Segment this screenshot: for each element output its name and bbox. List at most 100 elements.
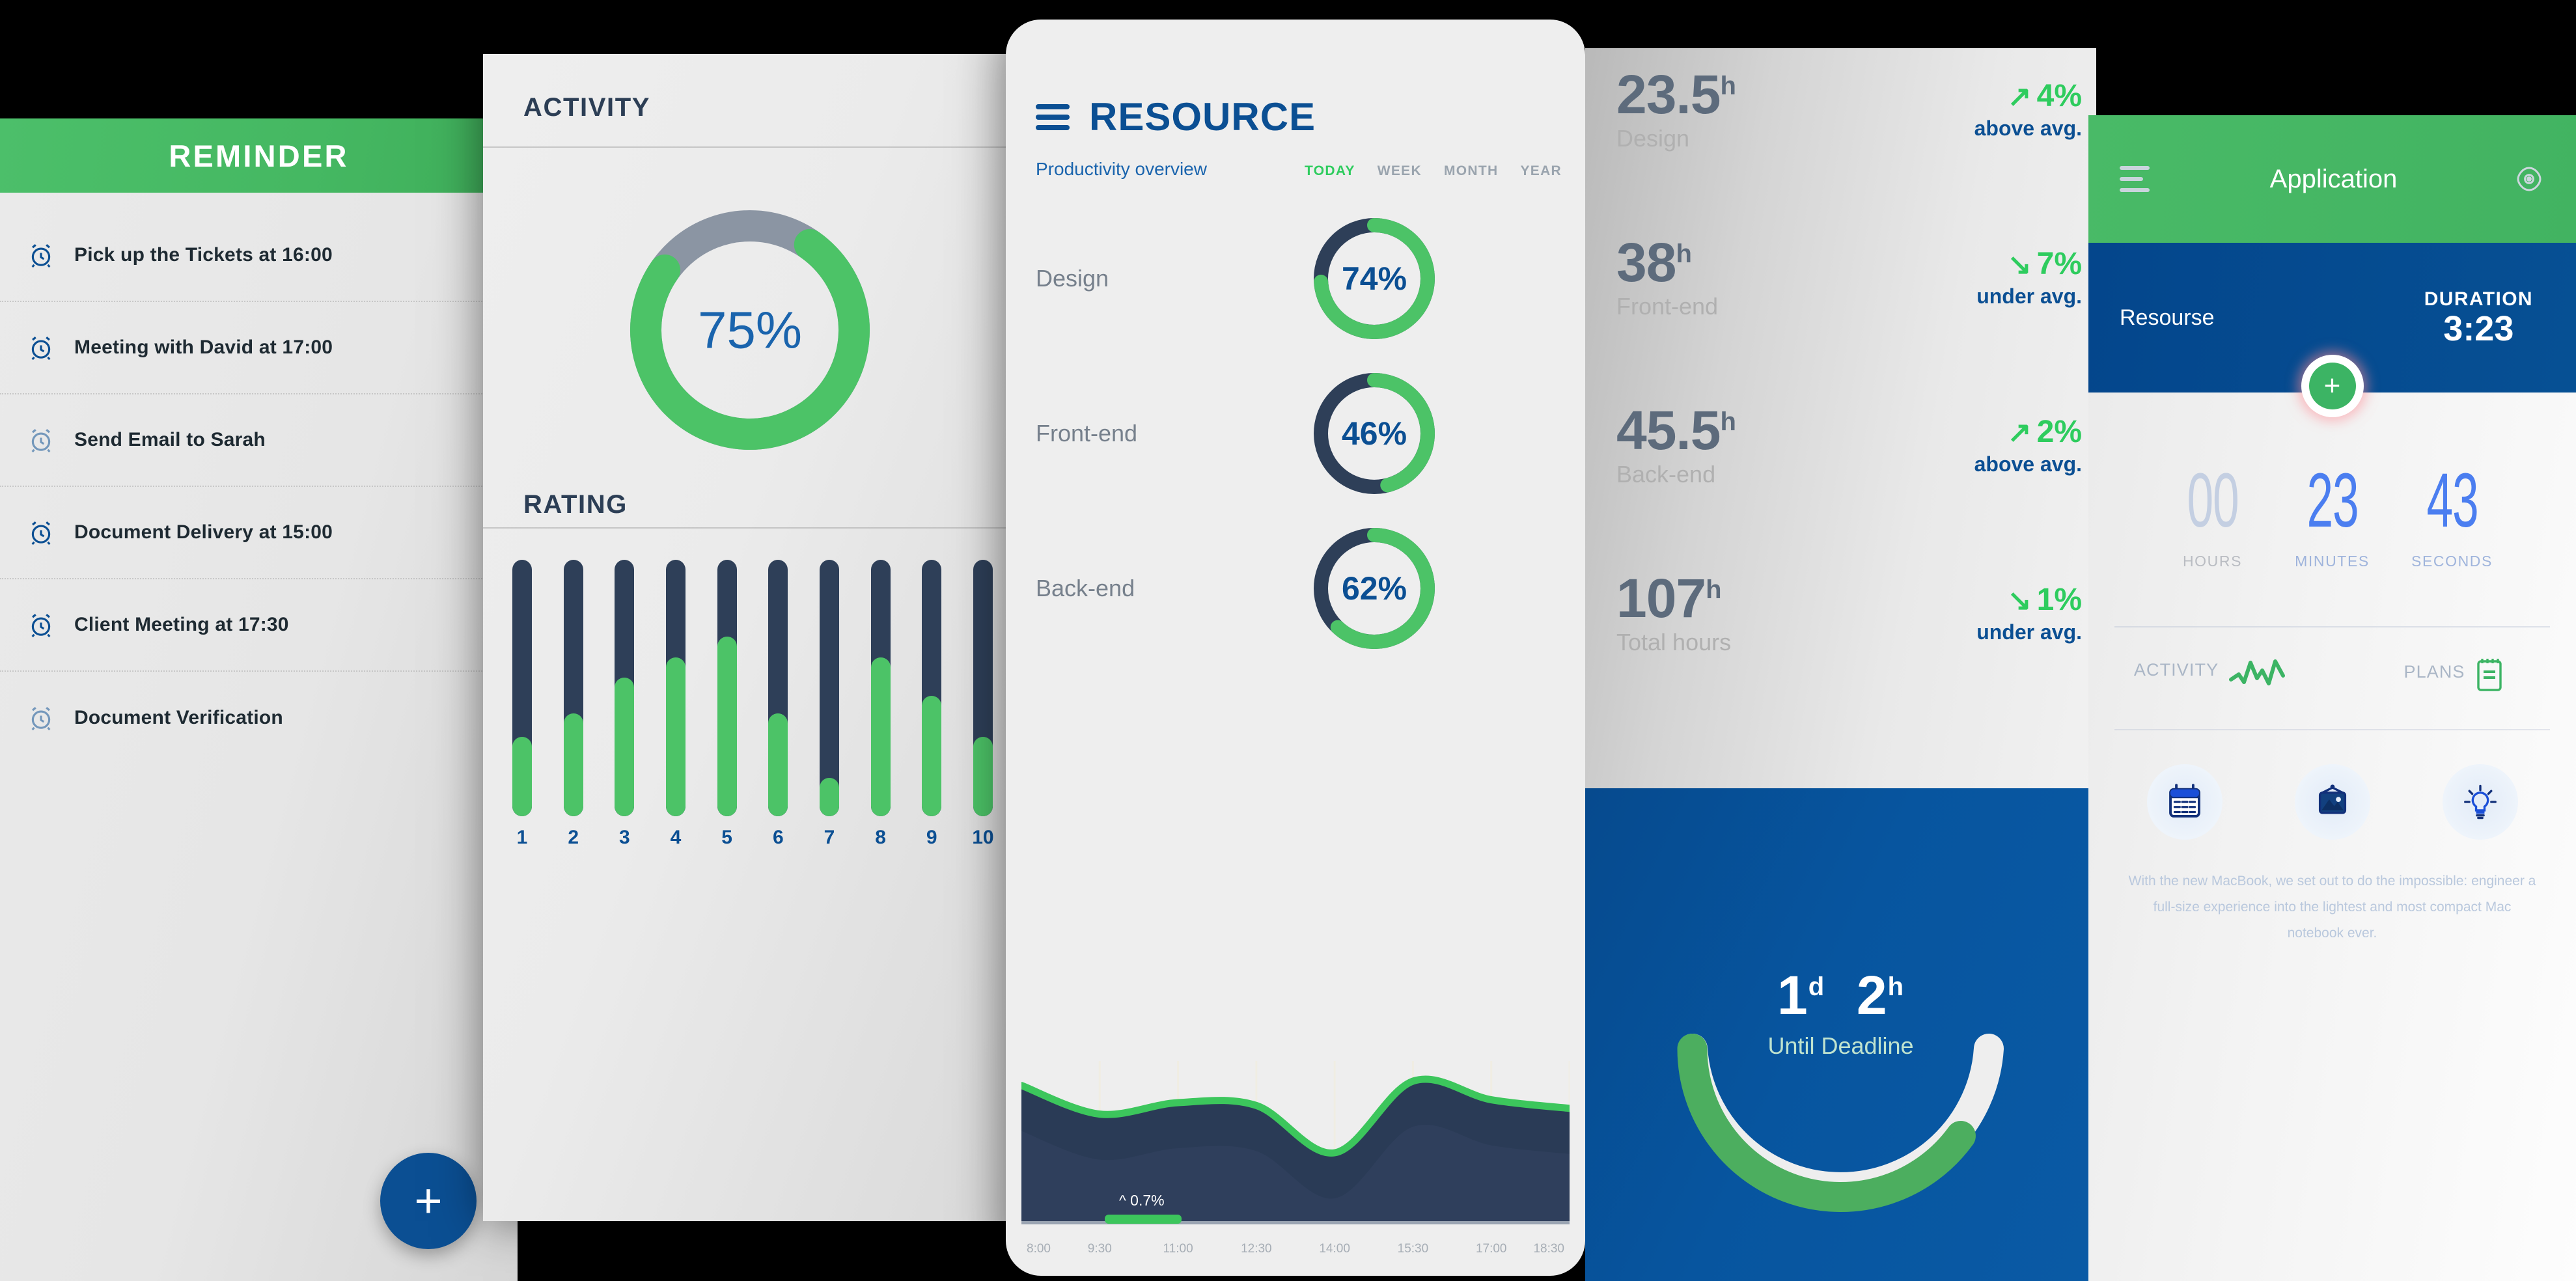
x-tick-label: 8:00 xyxy=(1027,1242,1051,1256)
deadline-days: 1 xyxy=(1777,965,1808,1026)
alarm-clock-icon xyxy=(31,521,51,545)
list-item-label: Pick up the Tickets at 16:00 xyxy=(74,244,333,266)
rating-bar-track xyxy=(819,560,839,816)
x-tick-label: 9:30 xyxy=(1088,1242,1112,1256)
timer-unit: SECONDS xyxy=(2411,553,2493,570)
application-footer: With the new MacBook, we set out to do t… xyxy=(2088,840,2576,946)
ring-value: 62% xyxy=(1341,570,1407,607)
activity-donut-svg: 75% xyxy=(630,210,870,450)
stat-value: 45.5h xyxy=(1616,403,1877,458)
x-tick-label: 17:00 xyxy=(1476,1242,1507,1256)
rating-bar: 10 xyxy=(969,560,997,849)
productivity-timeline-chart: ^ 0.7% 8:00 9:30 11:00 12:30 14:00 15:30 17:00… xyxy=(1021,1061,1570,1256)
rating-bar-fill xyxy=(665,657,686,816)
hamburger-icon[interactable] xyxy=(2120,166,2154,192)
rating-bar-label: 7 xyxy=(824,827,835,848)
list-item-label: Meeting with David at 17:00 xyxy=(74,337,333,358)
deadline-value: 1d 2h xyxy=(1585,964,2096,1027)
rating-title: RATING xyxy=(523,490,628,519)
rating-bar-label: 8 xyxy=(875,827,886,848)
stat-delta: ↗ 4% xyxy=(1877,78,2082,114)
alarm-clock-icon xyxy=(31,244,51,268)
deadline-text: 1d 2h Until Deadline xyxy=(1585,964,2096,1060)
lightbulb-button[interactable] xyxy=(2442,764,2518,840)
rating-bar: 4 xyxy=(661,560,690,849)
rating-bar-label: 2 xyxy=(568,827,579,848)
ring-row-backend: Back-end 62% xyxy=(1006,523,1585,654)
list-item[interactable]: Send Email to Sarah xyxy=(0,394,498,487)
rating-bar: 1 xyxy=(508,560,536,849)
rating-bar-track xyxy=(512,560,532,816)
arrow-down-icon: ↘ xyxy=(2007,249,2032,281)
stat-number: 38 xyxy=(1616,232,1676,293)
stat-row-design: 23.5h Design ↗ 4% above avg. xyxy=(1616,67,2096,237)
calendar-icon xyxy=(2168,784,2200,818)
tab-month[interactable]: MONTH xyxy=(1444,163,1499,179)
stats-panel: 23.5h Design ↗ 4% above avg. 38h Front-en… xyxy=(1585,48,2096,788)
activity-donut-chart: 75% xyxy=(483,200,1017,460)
stat-delta: ↘ 1% xyxy=(1877,582,2082,618)
rating-bar-fill xyxy=(768,713,788,816)
rating-header: RATING xyxy=(483,460,1017,519)
rating-bar-label: 3 xyxy=(618,827,630,848)
add-button[interactable]: + xyxy=(2301,355,2364,417)
stat-delta-value: 7% xyxy=(2036,247,2082,281)
rating-bar-fill xyxy=(819,777,839,816)
frontend-ring-chart: 46% xyxy=(1309,368,1439,499)
stat-number: 107 xyxy=(1616,568,1706,629)
stat-note: under avg. xyxy=(1976,620,2082,644)
tab-today[interactable]: TODAY xyxy=(1305,163,1355,179)
x-tick-label: 14:00 xyxy=(1319,1242,1350,1256)
quick-link-label: PLANS xyxy=(2403,662,2465,682)
add-reminder-button[interactable]: + xyxy=(380,1153,477,1249)
activity-line-icon xyxy=(2228,659,2285,686)
stat-number: 45.5 xyxy=(1616,400,1721,461)
timer-hours: 00 HOURS xyxy=(2164,462,2262,570)
rating-bar: 2 xyxy=(559,560,588,849)
image-icon xyxy=(2318,784,2346,814)
stat-unit: h xyxy=(1720,72,1736,100)
alarm-clock-icon xyxy=(31,429,51,453)
image-button[interactable] xyxy=(2294,764,2370,840)
stat-delta-block: ↘ 7% under avg. xyxy=(1877,237,2096,309)
stat-number: 23.5 xyxy=(1616,64,1721,125)
app-brand: RESOURCE xyxy=(1089,95,1316,139)
list-item-label: Document Delivery at 15:00 xyxy=(74,521,333,543)
hamburger-icon[interactable] xyxy=(1036,103,1070,130)
quick-link-plans[interactable]: PLANS xyxy=(2333,656,2576,694)
rating-bar: 9 xyxy=(917,560,946,849)
timer-unit: HOURS xyxy=(2182,553,2243,570)
list-item[interactable]: Client Meeting at 17:30 xyxy=(0,579,498,672)
stat-delta-block: ↘ 1% under avg. xyxy=(1877,573,2096,644)
plus-icon: + xyxy=(414,1174,443,1228)
page-title: ACTIVITY xyxy=(523,93,651,122)
stat-row-backend: 45.5h Back-end ↗ 2% above avg. xyxy=(1616,403,2096,573)
list-item[interactable]: Document Delivery at 15:00 xyxy=(0,487,498,579)
duration-value: 3:23 xyxy=(2443,309,2514,348)
tooltip-label: ^ 0.7% xyxy=(1119,1192,1165,1209)
timer-digits: 23 xyxy=(2306,458,2359,544)
tab-year[interactable]: YEAR xyxy=(1520,163,1562,179)
list-item[interactable]: Meeting with David at 17:00 xyxy=(0,302,498,394)
stat-value-block: 23.5h Design xyxy=(1616,67,1877,152)
list-item[interactable]: Document Verification xyxy=(0,672,498,764)
list-item-label: Send Email to Sarah xyxy=(74,429,266,450)
quick-link-activity[interactable]: ACTIVITY xyxy=(2088,656,2333,694)
stats-list: 23.5h Design ↗ 4% above avg. 38h Front-en… xyxy=(1585,48,2096,741)
stat-value-block: 38h Front-end xyxy=(1616,235,1877,320)
rating-bar-track xyxy=(615,560,635,816)
phone-mockup: RESOURCE Productivity overview TODAY WEE… xyxy=(1006,20,1585,1276)
rating-bar-label: 5 xyxy=(721,827,732,848)
list-item[interactable]: Pick up the Tickets at 16:00 xyxy=(0,210,498,302)
rating-bar-chart: 1 2 3 4 5 6 7 8 9 10 xyxy=(483,529,1017,849)
eye-icon[interactable] xyxy=(2514,163,2545,195)
activity-header: ACTIVITY xyxy=(483,54,1017,139)
ring-row-frontend: Front-end 46% xyxy=(1006,368,1585,499)
application-header: Application xyxy=(2088,115,2576,243)
stat-value: 107h xyxy=(1616,571,1877,626)
tab-week[interactable]: WEEK xyxy=(1378,163,1422,179)
calendar-button[interactable] xyxy=(2146,764,2223,840)
stat-delta-value: 2% xyxy=(2036,415,2082,449)
deadline-days-unit: d xyxy=(1808,972,1825,1001)
list-item-label: Client Meeting at 17:30 xyxy=(74,614,289,635)
